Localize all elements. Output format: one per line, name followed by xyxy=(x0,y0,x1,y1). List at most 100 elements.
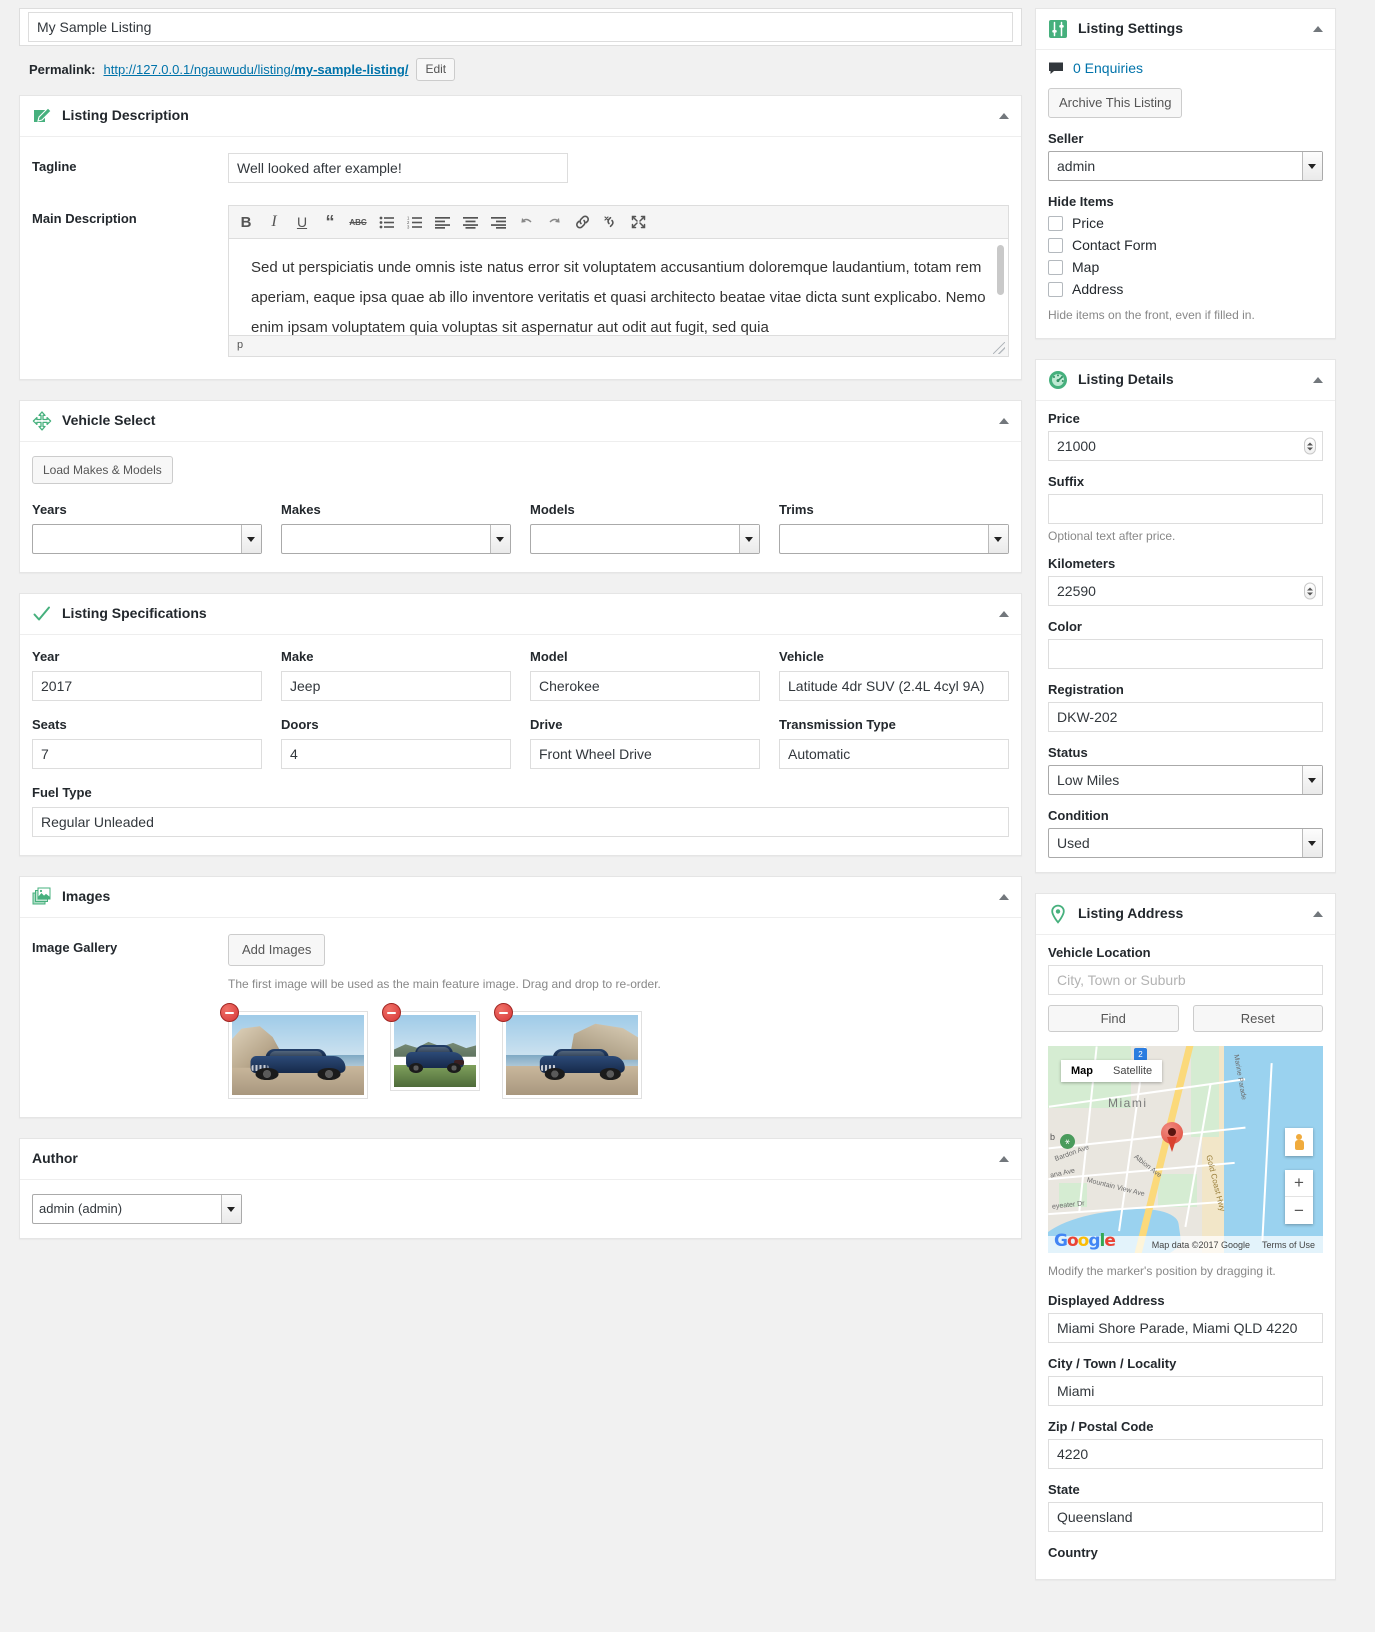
price-label: Price xyxy=(1048,411,1080,426)
hide-map-checkbox[interactable] xyxy=(1048,259,1063,275)
transmission-input[interactable] xyxy=(779,739,1009,769)
underline-icon[interactable]: U xyxy=(289,210,315,234)
seller-select[interactable]: admin xyxy=(1048,151,1323,181)
insert-link-icon[interactable] xyxy=(569,210,595,234)
bullet-list-icon[interactable] xyxy=(373,210,399,234)
listing-specifications-toggle-icon[interactable] xyxy=(999,611,1009,617)
price-stepper[interactable] xyxy=(1304,437,1316,455)
state-input[interactable] xyxy=(1048,1502,1323,1532)
city-input[interactable] xyxy=(1048,1376,1323,1406)
vehicle-select-toggle-icon[interactable] xyxy=(999,418,1009,424)
price-input[interactable] xyxy=(1048,431,1323,461)
image-thumbnail[interactable] xyxy=(494,1003,642,1099)
vehicle-location-input[interactable] xyxy=(1048,965,1323,995)
add-images-button[interactable]: Add Images xyxy=(228,934,326,966)
fullscreen-icon[interactable] xyxy=(625,210,651,234)
listing-settings-toggle-icon[interactable] xyxy=(1313,26,1323,32)
author-header[interactable]: Author xyxy=(20,1139,1021,1180)
map-zoom-out-button[interactable]: − xyxy=(1285,1197,1313,1224)
listing-address-toggle-icon[interactable] xyxy=(1313,911,1323,917)
years-select[interactable] xyxy=(32,524,262,554)
strikethrough-icon[interactable]: ABC xyxy=(345,210,371,234)
map-terms-link[interactable]: Terms of Use xyxy=(1262,1240,1315,1250)
hide-map-row[interactable]: Map xyxy=(1048,259,1323,275)
images-header[interactable]: Images xyxy=(20,877,1021,918)
fuel-type-input[interactable] xyxy=(32,807,1009,837)
load-makes-models-button[interactable]: Load Makes & Models xyxy=(32,456,173,484)
listing-description-title: Listing Description xyxy=(62,107,189,124)
image-thumbnail[interactable] xyxy=(220,1003,368,1099)
models-select[interactable] xyxy=(530,524,760,554)
image-thumbnail[interactable] xyxy=(382,1003,480,1091)
vehicle-input[interactable] xyxy=(779,671,1009,701)
status-select[interactable]: Low Miles xyxy=(1048,765,1323,795)
trims-select[interactable] xyxy=(779,524,1009,554)
align-right-icon[interactable] xyxy=(485,210,511,234)
hide-price-checkbox[interactable] xyxy=(1048,215,1063,231)
hide-contact-form-checkbox[interactable] xyxy=(1048,237,1063,253)
year-input[interactable] xyxy=(32,671,262,701)
map-zoom-in-button[interactable]: + xyxy=(1285,1170,1313,1197)
edit-permalink-button[interactable]: Edit xyxy=(416,58,456,81)
zip-input[interactable] xyxy=(1048,1439,1323,1469)
seats-input[interactable] xyxy=(32,739,262,769)
kilometers-input[interactable] xyxy=(1048,576,1323,606)
undo-icon[interactable] xyxy=(513,210,539,234)
drive-input[interactable] xyxy=(530,739,760,769)
make-input[interactable] xyxy=(281,671,511,701)
post-title-input[interactable] xyxy=(28,12,1013,42)
hide-contact-form-row[interactable]: Contact Form xyxy=(1048,237,1323,253)
remove-image-icon[interactable] xyxy=(220,1003,239,1022)
listing-address-body: Vehicle Location Find Reset xyxy=(1036,935,1335,1579)
listing-description-header[interactable]: Listing Description xyxy=(20,96,1021,137)
kilometers-stepper[interactable] xyxy=(1304,582,1316,600)
bold-icon[interactable]: B xyxy=(233,210,259,234)
align-left-icon[interactable] xyxy=(429,210,455,234)
blockquote-icon[interactable]: “ xyxy=(317,210,343,234)
registration-input[interactable] xyxy=(1048,702,1323,732)
listing-description-toggle-icon[interactable] xyxy=(999,113,1009,119)
listing-settings-header[interactable]: Listing Settings xyxy=(1036,9,1335,50)
reset-address-button[interactable]: Reset xyxy=(1192,1005,1323,1032)
permalink-link[interactable]: http://127.0.0.1/ngauwudu/listing/my-sam… xyxy=(103,62,408,77)
images-body: Image Gallery Add Images The first image… xyxy=(20,918,1021,1117)
numbered-list-icon[interactable]: 123 xyxy=(401,210,427,234)
remove-link-icon[interactable] xyxy=(597,210,623,234)
hide-price-row[interactable]: Price xyxy=(1048,215,1323,231)
street-view-pegman-icon[interactable] xyxy=(1285,1128,1313,1156)
hide-address-checkbox[interactable] xyxy=(1048,281,1063,297)
listing-specifications-header[interactable]: Listing Specifications xyxy=(20,594,1021,635)
listing-address-header[interactable]: Listing Address xyxy=(1036,894,1335,935)
condition-select[interactable]: Used xyxy=(1048,828,1323,858)
location-map[interactable]: 2 ⚹ b Miami Marine Parade Bardon Ave Alb… xyxy=(1048,1046,1323,1253)
archive-listing-button[interactable]: Archive This Listing xyxy=(1048,88,1183,118)
map-marker[interactable] xyxy=(1161,1122,1183,1152)
vehicle-select-header[interactable]: Vehicle Select xyxy=(20,401,1021,442)
displayed-address-input[interactable] xyxy=(1048,1313,1323,1343)
align-center-icon[interactable] xyxy=(457,210,483,234)
map-parkland xyxy=(1191,1046,1219,1138)
remove-image-icon[interactable] xyxy=(494,1003,513,1022)
suffix-input[interactable] xyxy=(1048,494,1323,524)
listing-details-toggle-icon[interactable] xyxy=(1313,377,1323,383)
editor-content-area[interactable]: Sed ut perspiciatis unde omnis iste natu… xyxy=(229,239,1008,335)
model-input[interactable] xyxy=(530,671,760,701)
makes-select[interactable] xyxy=(281,524,511,554)
doors-input[interactable] xyxy=(281,739,511,769)
find-address-button[interactable]: Find xyxy=(1048,1005,1179,1032)
author-toggle-icon[interactable] xyxy=(999,1155,1009,1162)
enquiries-link[interactable]: 0 Enquiries xyxy=(1073,60,1143,76)
tagline-input[interactable] xyxy=(228,153,568,183)
color-input[interactable] xyxy=(1048,639,1323,669)
redo-icon[interactable] xyxy=(541,210,567,234)
italic-icon[interactable]: I xyxy=(261,210,287,234)
editor-resize-handle[interactable] xyxy=(993,342,1005,354)
editor-scrollbar[interactable] xyxy=(997,245,1004,295)
map-type-map-button[interactable]: Map xyxy=(1061,1060,1103,1082)
hide-address-row[interactable]: Address xyxy=(1048,281,1323,297)
remove-image-icon[interactable] xyxy=(382,1003,401,1022)
images-toggle-icon[interactable] xyxy=(999,894,1009,900)
map-type-satellite-button[interactable]: Satellite xyxy=(1103,1060,1163,1082)
listing-details-header[interactable]: Listing Details xyxy=(1036,360,1335,401)
author-select[interactable]: admin (admin) xyxy=(32,1193,242,1224)
